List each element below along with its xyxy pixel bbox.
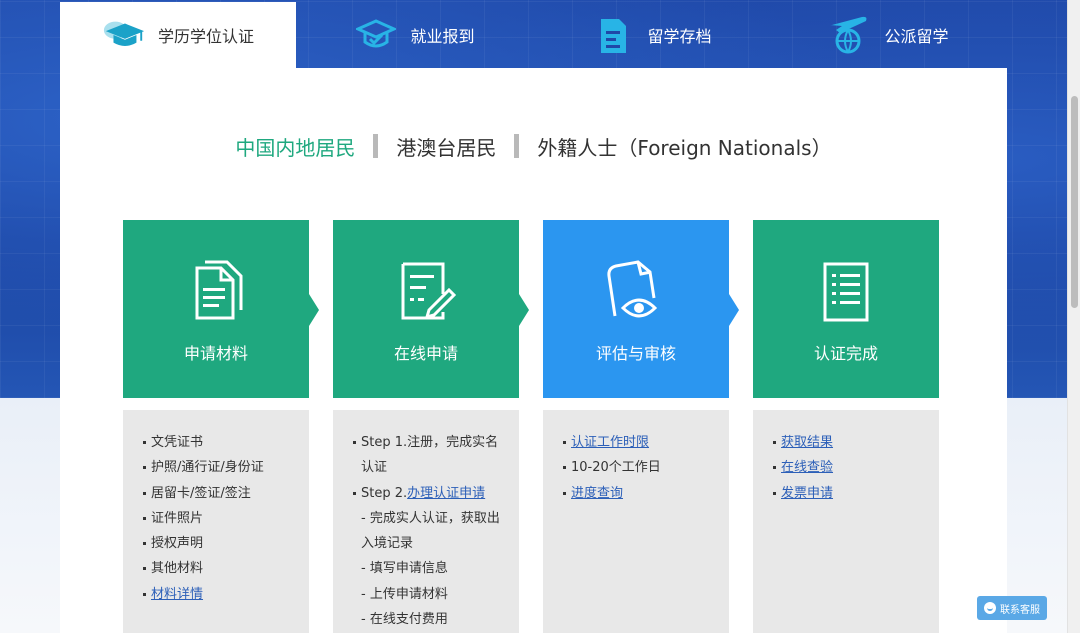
checklist-icon [823,262,869,322]
list-item: Step 2.办理认证申请 [353,481,505,506]
airplane-globe-icon [828,15,872,55]
graduation-cap-icon [102,15,146,55]
online-check-link[interactable]: 在线查验 [781,460,833,475]
list-item: 10-20个工作日 [563,455,719,480]
step-label: 认证完成 [813,344,878,363]
region-foreign-nationals[interactable]: 外籍人士（Foreign Nationals） [537,132,831,161]
tab-study-abroad-archive[interactable]: 留学存档 [533,2,770,68]
tab-employment-report[interactable]: 就业报到 [296,2,533,68]
list-subitem: - 完成实人认证，获取出入境记录 [361,510,500,552]
tab-government-study[interactable]: 公派留学 [770,2,1007,68]
step-label: 在线申请 [393,344,458,363]
materials-list: 文凭证书 护照/通行证/身份证 居留卡/签证/签注 证件照片 授权声明 其他材料… [123,410,309,633]
region-selector: 中国内地居民 港澳台居民 外籍人士（Foreign Nationals） [60,128,1007,164]
document-eye-icon [607,260,658,318]
list-subitem: - 上传申请材料 [361,586,448,602]
region-divider [373,134,379,158]
step-label: 申请材料 [183,344,248,363]
list-item: 进度查询 [563,481,719,506]
region-divider [514,134,520,158]
tab-label: 留学存档 [647,27,712,46]
step-evaluation-review[interactable]: 评估与审核 [543,220,729,398]
edit-form-icon [401,262,457,320]
list-item: 认证工作时限 [563,430,719,455]
customer-service-button[interactable]: 联系客服 [977,596,1047,620]
online-application-list: Step 1.注册，完成实名认证 Step 2.办理认证申请 - 完成实人认证，… [333,410,519,633]
page-scrollbar[interactable] [1067,0,1080,633]
documents-icon [195,260,243,320]
list-item: 其他材料 [143,556,299,581]
materials-details-link[interactable]: 材料详情 [151,587,203,602]
list-item: 发票申请 [773,481,929,506]
step-label: 评估与审核 [595,344,676,363]
list-item: 文凭证书 [143,430,299,455]
apply-verification-link[interactable]: 办理认证申请 [407,486,485,501]
region-mainland[interactable]: 中国内地居民 [235,132,355,161]
list-item: 护照/通行证/身份证 [143,455,299,480]
list-item: 在线查验 [773,455,929,480]
list-item: 居留卡/签证/签注 [143,481,299,506]
invoice-request-link[interactable]: 发票申请 [781,486,833,501]
region-hk-macao-taiwan[interactable]: 港澳台居民 [396,132,496,161]
archive-document-icon [591,15,635,55]
step-arrow [519,294,529,326]
step-arrow [729,294,739,326]
list-subitem: - 在线支付费用 [361,612,448,628]
step-arrow [309,294,319,326]
top-nav-tabs: 学历学位认证 就业报到 留学存档 公派留学 [60,2,1007,68]
list-item: 授权声明 [143,531,299,556]
list-item: Step 1.注册，完成实名认证 [353,430,505,481]
list-item: 获取结果 [773,430,929,455]
scrollbar-thumb[interactable] [1071,96,1078,308]
step-materials[interactable]: 申请材料 [123,220,309,398]
review-list: 认证工作时限 10-20个工作日 进度查询 [543,410,729,633]
list-item: 证件照片 [143,506,299,531]
tab-degree-verification[interactable]: 学历学位认证 [60,2,296,68]
customer-service-label: 联系客服 [1000,604,1040,616]
tab-label: 学历学位认证 [157,27,254,46]
work-time-limit-link[interactable]: 认证工作时限 [571,435,649,450]
progress-query-link[interactable]: 进度查询 [571,486,623,501]
chat-icon [984,602,996,614]
step2-prefix: Step 2. [361,485,408,501]
list-item: 材料详情 [143,582,299,607]
get-result-link[interactable]: 获取结果 [781,435,833,450]
step-online-application[interactable]: 在线申请 [333,220,519,398]
complete-list: 获取结果 在线查验 发票申请 [753,410,939,633]
list-subitem: - 填写申请信息 [361,561,448,577]
tab-label: 公派留学 [884,27,949,46]
graduation-cap-outline-icon [354,15,398,55]
step-verification-complete[interactable]: 认证完成 [753,220,939,398]
main-card: 中国内地居民 港澳台居民 外籍人士（Foreign Nationals） 申请材… [60,68,1007,633]
tab-label: 就业报到 [410,27,475,46]
